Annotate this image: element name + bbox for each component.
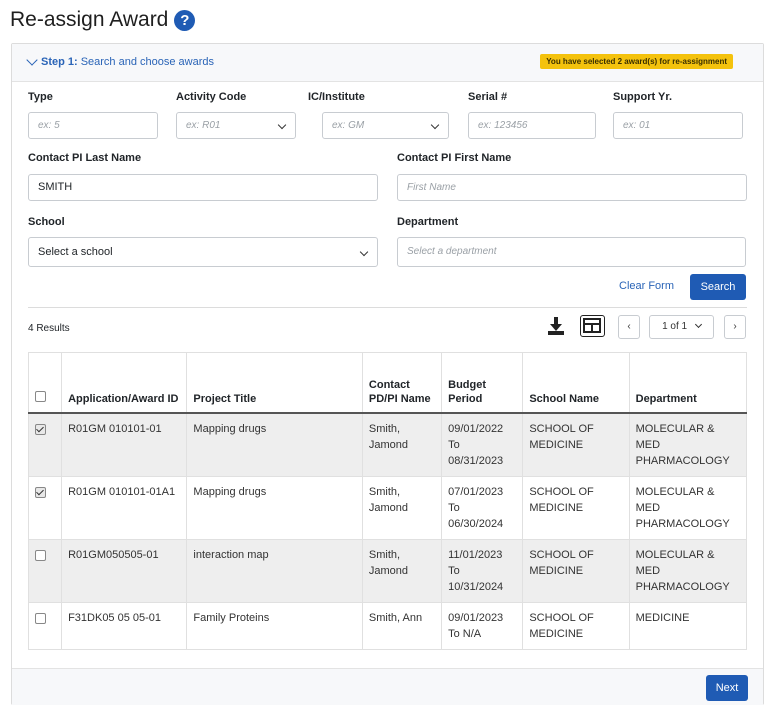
support-yr-label: Support Yr. — [613, 91, 673, 103]
chevron-down-icon — [277, 120, 287, 130]
step-header[interactable]: Step 1: Search and choose awards You hav… — [12, 44, 763, 82]
cell-budget-period: 07/01/2023 To 06/30/2024 — [441, 476, 524, 540]
row-select-cell[interactable] — [28, 476, 63, 540]
page-title-text: Re-assign Award — [10, 8, 169, 31]
row-checkbox[interactable] — [35, 423, 46, 435]
cell-department: MOLECULAR & MED PHARMACOLOGY — [629, 476, 748, 540]
step-text: Search and choose awards — [80, 56, 214, 68]
row-select-cell[interactable] — [28, 412, 63, 477]
cell-app-id: R01GM 010101-01 — [61, 412, 188, 477]
cell-school-name: SCHOOL OF MEDICINE — [522, 602, 630, 650]
department-select[interactable]: Select a department — [397, 237, 746, 267]
cell-department: MOLECULAR & MED PHARMACOLOGY — [629, 539, 748, 603]
school-select[interactable]: Select a school — [28, 237, 378, 267]
cell-project-title: Mapping drugs — [186, 412, 363, 477]
search-button[interactable]: Search — [690, 274, 746, 300]
activity-code-select[interactable]: ex: R01 — [176, 112, 296, 139]
school-placeholder: Select a school — [38, 246, 113, 258]
row-select-cell[interactable] — [28, 602, 63, 650]
header-budget-period[interactable]: Budget Period — [441, 352, 524, 414]
table-row: R01GM 010101-01 Mapping drugs Smith, Jam… — [28, 412, 748, 477]
help-icon[interactable]: ? — [174, 9, 196, 31]
type-label: Type — [28, 91, 53, 103]
header-department[interactable]: Department — [629, 352, 748, 414]
table-icon — [583, 318, 601, 333]
row-select-cell[interactable] — [28, 539, 63, 603]
select-all-checkbox[interactable] — [35, 390, 46, 402]
cell-budget-period: 11/01/2023 To 10/31/2024 — [441, 539, 524, 603]
cell-school-name: SCHOOL OF MEDICINE — [522, 539, 630, 603]
results-table: Application/Award ID Project Title Conta… — [28, 352, 748, 650]
select-all-header[interactable] — [28, 352, 63, 414]
table-row: R01GM050505-01 interaction map Smith, Ja… — [28, 539, 748, 603]
cell-app-id: R01GM050505-01 — [61, 539, 188, 603]
cell-budget-period: 09/01/2022 To 08/31/2023 — [441, 412, 524, 477]
page-select[interactable]: 1 of 1 — [649, 315, 714, 339]
activity-code-label: Activity Code — [176, 91, 247, 103]
cell-project-title: Mapping drugs — [186, 476, 363, 540]
pi-first-name-input[interactable]: First Name — [397, 174, 747, 201]
chevron-down-icon — [430, 120, 440, 130]
cell-app-id: R01GM 010101-01A1 — [61, 476, 188, 540]
cell-department: MOLECULAR & MED PHARMACOLOGY — [629, 412, 748, 477]
step-panel: Step 1: Search and choose awards You hav… — [11, 43, 764, 705]
type-input[interactable]: ex: 5 — [28, 112, 158, 139]
header-app-id[interactable]: Application/Award ID — [61, 352, 188, 414]
activity-code-placeholder: ex: R01 — [186, 120, 221, 131]
chevron-down-icon — [26, 54, 38, 66]
pi-last-name-label: Contact PI Last Name — [28, 152, 142, 164]
panel-footer: Next — [12, 668, 763, 705]
row-checkbox[interactable] — [35, 549, 46, 561]
cell-department: MEDICINE — [629, 602, 748, 650]
next-page-button[interactable]: › — [724, 315, 746, 339]
cell-school-name: SCHOOL OF MEDICINE — [522, 476, 630, 540]
page-text: 1 of 1 — [662, 321, 688, 332]
header-contact-pi[interactable]: Contact PD/PI Name — [362, 352, 443, 414]
ic-institute-label: IC/Institute — [308, 91, 365, 103]
step-toggle[interactable]: Step 1: Search and choose awards — [26, 54, 214, 68]
row-checkbox[interactable] — [35, 612, 46, 624]
ic-placeholder: ex: GM — [332, 120, 365, 131]
clear-form-link[interactable]: Clear Form — [619, 280, 674, 292]
header-project-title[interactable]: Project Title — [186, 352, 363, 414]
chevron-down-icon — [694, 320, 702, 329]
cell-project-title: Family Proteins — [186, 602, 363, 650]
ic-institute-select[interactable]: ex: GM — [322, 112, 449, 139]
row-checkbox[interactable] — [35, 486, 46, 498]
serial-input[interactable]: ex: 123456 — [468, 112, 596, 139]
prev-page-button[interactable]: ‹ — [618, 315, 640, 339]
cell-project-title: interaction map — [186, 539, 363, 603]
table-row: R01GM 010101-01A1 Mapping drugs Smith, J… — [28, 476, 748, 540]
table-row: F31DK05 05 05-01 Family Proteins Smith, … — [28, 602, 748, 650]
page-title: Re-assign Award ? — [10, 8, 196, 32]
table-view-button[interactable] — [580, 315, 605, 337]
step-label: Step 1: — [41, 56, 78, 68]
support-yr-input[interactable]: ex: 01 — [613, 112, 743, 139]
serial-label: Serial # — [468, 91, 508, 103]
next-button[interactable]: Next — [706, 675, 748, 701]
chevron-down-icon — [359, 247, 369, 257]
results-count: 4 Results — [28, 323, 70, 334]
cell-contact-pi: Smith, Jamond — [362, 476, 443, 540]
cell-contact-pi: Smith, Jamond — [362, 539, 443, 603]
cell-budget-period: 09/01/2023 To N/A — [441, 602, 524, 650]
header-school-name[interactable]: School Name — [522, 352, 630, 414]
cell-app-id: F31DK05 05 05-01 — [61, 602, 188, 650]
cell-contact-pi: Smith, Jamond — [362, 412, 443, 477]
download-icon[interactable] — [547, 316, 565, 336]
pi-first-name-label: Contact PI First Name — [397, 152, 512, 164]
selected-count-badge: You have selected 2 award(s) for re-assi… — [540, 54, 733, 69]
department-label: Department — [397, 216, 459, 228]
cell-contact-pi: Smith, Ann — [362, 602, 443, 650]
pi-last-name-input[interactable]: SMITH — [28, 174, 378, 201]
school-label: School — [28, 216, 65, 228]
divider — [28, 307, 747, 308]
cell-school-name: SCHOOL OF MEDICINE — [522, 412, 630, 477]
